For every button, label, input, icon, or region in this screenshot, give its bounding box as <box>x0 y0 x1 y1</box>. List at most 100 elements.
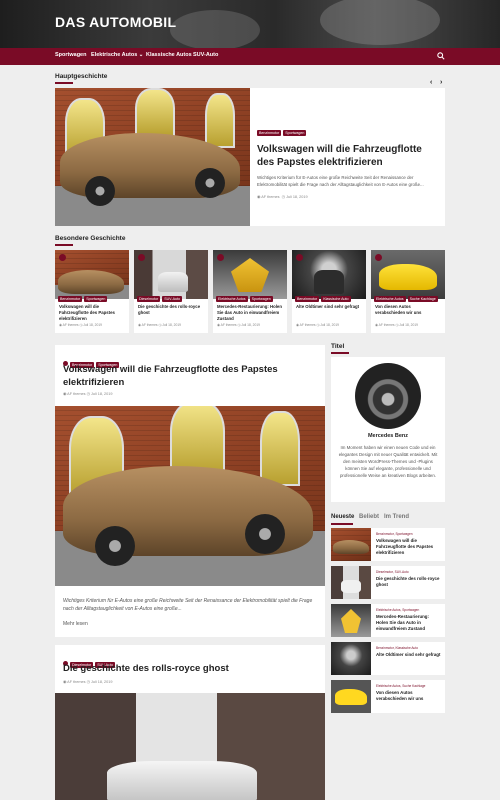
category-tag[interactable]: Sportwagen <box>249 296 273 302</box>
post-meta: ◉ AF themes ◷ Juli 18, 2019 <box>59 323 102 327</box>
sidebar-title[interactable]: Volkswagen will die Fahrzeugflotte des P… <box>376 538 442 556</box>
post-date: Juli 18, 2019 <box>320 323 339 327</box>
category-tag[interactable]: Dieselmotor <box>137 296 161 302</box>
post-date: Juli 18, 2019 <box>90 392 113 396</box>
category-tag[interactable]: Sportwagen <box>84 296 108 302</box>
sidebar-thumb[interactable] <box>331 604 371 637</box>
story-card[interactable]: Elektrische Autos Sportwagen Mercedes-Res… <box>213 250 287 333</box>
next-arrow-icon[interactable]: › <box>440 79 442 86</box>
sidebar-heading: Titel <box>331 343 345 350</box>
sidebar-category[interactable]: Benzinmotor, Klassische Auto <box>376 646 418 650</box>
post-meta: ◉ AF themes ◷ Juli 18, 2019 <box>63 680 113 684</box>
search-icon[interactable] <box>437 51 445 61</box>
story-card[interactable]: Elektrische Autos Suche Kachlage Von dies… <box>371 250 445 333</box>
post-card: Benzinmotor Sportwagen Volkswagen will di… <box>55 345 325 637</box>
story-title[interactable]: Mercedes-Restaurierung: Holen Sie das Au… <box>217 304 284 322</box>
post-meta: ◉ AF themes ◷ Juli 18, 2019 <box>257 194 440 199</box>
sidebar-thumb[interactable] <box>331 528 371 561</box>
about-widget: Mercedes Benz Im Moment haben wir einen … <box>331 357 445 502</box>
sidebar-category[interactable]: Dieselmotor, SUV-Auto <box>376 570 409 574</box>
post-author[interactable]: AF themes <box>221 323 237 327</box>
sidebar-thumb[interactable] <box>331 566 371 599</box>
post-image[interactable] <box>55 693 325 800</box>
featured-excerpt: Wichtiges Kriterium für E-Autos eine gro… <box>257 175 424 187</box>
post-meta: ◉ AF themes ◷ Juli 18, 2019 <box>217 323 260 327</box>
sidebar-category[interactable]: Elektrische Autos, Sportwagen <box>376 608 419 612</box>
category-tag[interactable]: Elektrische Autos <box>374 296 406 302</box>
tab-beliebt[interactable]: Beliebt <box>359 514 379 520</box>
featured-post[interactable]: Benzinmotor Sportwagen Volkswagen will di… <box>55 88 445 226</box>
post-title[interactable]: Volkswagen will die Fahrzeugflotte des P… <box>63 363 318 389</box>
about-text: Im Moment haben wir einen neuen Code und… <box>338 445 438 478</box>
sidebar-post[interactable]: Dieselmotor, SUV-Auto Die geschichte des… <box>331 566 445 599</box>
category-tag[interactable]: Benzinmotor <box>295 296 320 302</box>
nav-item-suv-auto[interactable]: SUV-Auto <box>193 52 218 58</box>
post-author[interactable]: AF themes <box>67 680 85 684</box>
sidebar-thumb[interactable] <box>331 680 371 713</box>
category-tag[interactable]: SUV-Auto <box>162 296 182 302</box>
post-author[interactable]: AF themes <box>142 323 158 327</box>
post-meta: ◉ AF themes ◷ Juli 18, 2019 <box>63 392 113 396</box>
sidebar-post[interactable]: Elektrische Autos, Suche Kachlage Von di… <box>331 680 445 713</box>
post-author[interactable]: AF themes <box>261 195 279 199</box>
sidebar-title[interactable]: Die geschichte des rolls-royce ghost <box>376 576 442 588</box>
category-tag[interactable]: Benzinmotor <box>58 296 83 302</box>
post-meta: ◉ AF themes ◷ Juli 18, 2019 <box>138 323 181 327</box>
post-card: Dieselmotor SUV-Auto Die geschichte des r… <box>55 645 325 800</box>
active-tab-indicator <box>331 523 353 525</box>
category-tag[interactable]: Elektrische Autos <box>216 296 248 302</box>
nav-item-label: Elektrische Autos <box>91 52 138 58</box>
sidebar-post[interactable]: Benzinmotor, Sportwagen Volkswagen will … <box>331 528 445 561</box>
post-date: Juli 18, 2019 <box>241 323 260 327</box>
featured-image[interactable] <box>55 88 250 226</box>
site-header: DAS AUTOMOBIL <box>0 0 500 48</box>
camera-icon <box>217 254 224 261</box>
avatar <box>355 363 421 429</box>
post-excerpt: Wichtiges Kriterium für E-Autos eine gro… <box>63 598 313 612</box>
nav-item-sportwagen[interactable]: Sportwagen <box>55 52 86 58</box>
post-title[interactable]: Die geschichte des rolls-royce ghost <box>63 662 318 675</box>
sidebar-category[interactable]: Benzinmotor, Sportwagen <box>376 532 413 536</box>
sidebar-post[interactable]: Elektrische Autos, Sportwagen Mercedes-R… <box>331 604 445 637</box>
header-background-image <box>320 0 440 45</box>
post-image[interactable] <box>55 406 325 586</box>
sidebar-title[interactable]: Von diesen Autos verabschieden wir uns <box>376 690 442 702</box>
story-title[interactable]: Von diesen Autos verabschieden wir uns <box>375 304 442 316</box>
story-card[interactable]: Benzinmotor Sportwagen Volkswagen will di… <box>55 250 129 333</box>
post-author[interactable]: AF themes <box>67 392 85 396</box>
camera-icon <box>59 254 66 261</box>
post-meta: ◉ AF themes ◷ Juli 18, 2019 <box>375 323 418 327</box>
special-heading: Besondere Geschichte <box>55 235 126 242</box>
nav-item-elektrische-autos[interactable]: Elektrische Autos ⌄ <box>91 52 143 58</box>
read-more-link[interactable]: Mehr lesen <box>63 621 88 627</box>
story-title[interactable]: Die geschichte des rolls-royce ghost <box>138 304 205 316</box>
category-tag[interactable]: Benzinmotor <box>257 130 282 136</box>
tab-im-trend[interactable]: Im Trend <box>384 514 409 520</box>
sidebar-title[interactable]: Alte Oldtimer sind sehr gefragt <box>376 652 442 658</box>
site-title[interactable]: DAS AUTOMOBIL <box>55 14 176 30</box>
heading-underline <box>55 82 73 84</box>
story-title[interactable]: Alte Oldtimer sind sehr gefragt <box>296 304 363 310</box>
sidebar-title[interactable]: Mercedes-Restaurierung: Holen Sie das Au… <box>376 614 442 632</box>
heading-underline <box>331 352 349 354</box>
clock-icon: ◷ <box>281 195 285 199</box>
tab-neueste[interactable]: Neueste <box>331 514 354 520</box>
post-author[interactable]: AF themes <box>63 323 79 327</box>
story-title[interactable]: Volkswagen will die Fahrzeugflotte des P… <box>59 304 126 322</box>
category-tag[interactable]: Sportwagen <box>283 130 307 136</box>
category-tag[interactable]: Klassische Auto <box>321 296 351 302</box>
header-background-image <box>170 10 260 48</box>
story-card[interactable]: Dieselmotor SUV-Auto Die geschichte des r… <box>134 250 208 333</box>
category-tag[interactable]: Suche Kachlage <box>407 296 438 302</box>
sidebar-post[interactable]: Benzinmotor, Klassische Auto Alte Oldtim… <box>331 642 445 675</box>
post-author[interactable]: AF themes <box>379 323 395 327</box>
nav-item-klassische-autos[interactable]: Klassische Autos <box>146 52 192 58</box>
story-card[interactable]: Benzinmotor Klassische Auto Alte Oldtimer… <box>292 250 366 333</box>
post-date: Juli 18, 2019 <box>90 680 113 684</box>
post-author[interactable]: AF themes <box>300 323 316 327</box>
post-date: Juli 18, 2019 <box>399 323 418 327</box>
sidebar-category[interactable]: Elektrische Autos, Suche Kachlage <box>376 684 425 688</box>
sidebar-thumb[interactable] <box>331 642 371 675</box>
prev-arrow-icon[interactable]: ‹ <box>430 79 432 86</box>
featured-title[interactable]: Volkswagen will die Fahrzeugflotte des P… <box>257 143 440 169</box>
